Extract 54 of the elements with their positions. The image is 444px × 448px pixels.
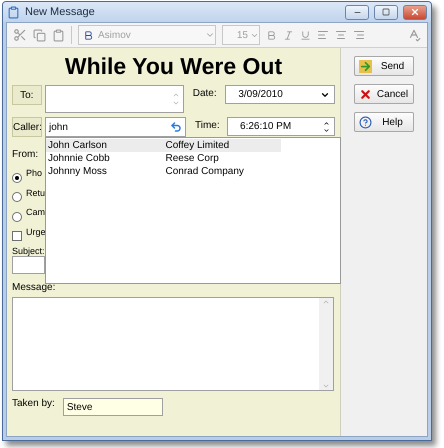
time-field[interactable]: 6:26:10 PM bbox=[227, 117, 335, 136]
taken-by-label: Taken by: bbox=[12, 398, 55, 409]
cancel-button[interactable]: Cancel bbox=[354, 84, 414, 104]
option-label: Urge bbox=[26, 226, 46, 236]
maximize-icon bbox=[382, 8, 390, 16]
minimize-button[interactable] bbox=[345, 4, 369, 20]
suggestion-row[interactable]: Johnnie Cobb Reese Corp bbox=[46, 152, 281, 165]
option-label: Cam bbox=[26, 207, 46, 217]
to-field[interactable] bbox=[44, 85, 184, 113]
message-field[interactable] bbox=[12, 297, 334, 391]
subject-field[interactable] bbox=[12, 256, 45, 274]
close-button[interactable] bbox=[403, 4, 427, 20]
paste-button[interactable] bbox=[52, 28, 65, 42]
date-label: Date: bbox=[192, 87, 218, 99]
from-label: From: bbox=[12, 149, 38, 160]
scroll-up-icon[interactable] bbox=[322, 298, 330, 306]
option-label: Pho bbox=[26, 168, 42, 178]
taken-by-field[interactable]: Steve bbox=[62, 398, 163, 416]
subject-label: Subject: bbox=[12, 246, 45, 256]
radio-button[interactable] bbox=[12, 192, 22, 202]
spellcheck-button[interactable] bbox=[407, 28, 421, 42]
bold-button[interactable] bbox=[266, 30, 277, 40]
suggestion-row[interactable]: John Carlson Coffey Limited bbox=[46, 139, 281, 152]
message-label: Message: bbox=[12, 282, 56, 293]
help-icon bbox=[359, 116, 372, 128]
date-picker[interactable]: 3/09/2010 bbox=[225, 85, 335, 104]
underline-button[interactable] bbox=[300, 30, 311, 40]
align-center-button[interactable] bbox=[335, 29, 347, 41]
align-right-button[interactable] bbox=[353, 29, 365, 41]
caller-button[interactable]: Caller: bbox=[12, 117, 42, 137]
cut-button[interactable] bbox=[13, 28, 27, 42]
font-icon bbox=[83, 30, 94, 40]
time-label: Time: bbox=[194, 119, 221, 131]
caller-field[interactable]: john bbox=[45, 117, 186, 137]
app-icon bbox=[7, 6, 20, 18]
maximize-button[interactable] bbox=[374, 4, 398, 20]
form-heading: While You Were Out bbox=[64, 53, 284, 80]
window-title: New Message bbox=[25, 6, 96, 18]
help-button[interactable]: Help bbox=[354, 112, 414, 132]
checkbox[interactable] bbox=[12, 231, 22, 242]
cancel-x-icon bbox=[359, 88, 372, 100]
scroll-down-icon[interactable] bbox=[322, 382, 330, 390]
to-button[interactable]: To: bbox=[12, 85, 42, 105]
radio-button[interactable] bbox=[12, 212, 22, 222]
undo-icon[interactable] bbox=[170, 121, 182, 133]
radio-button[interactable] bbox=[12, 172, 22, 183]
close-icon bbox=[410, 7, 420, 17]
copy-button[interactable] bbox=[33, 28, 46, 42]
align-left-button[interactable] bbox=[317, 29, 329, 41]
italic-button[interactable] bbox=[283, 30, 294, 40]
send-button[interactable]: Send bbox=[354, 56, 414, 76]
scrollbar[interactable] bbox=[319, 298, 333, 390]
option-label: Retu bbox=[26, 188, 46, 198]
suggestion-row[interactable]: Johnny Moss Conrad Company bbox=[46, 165, 281, 178]
